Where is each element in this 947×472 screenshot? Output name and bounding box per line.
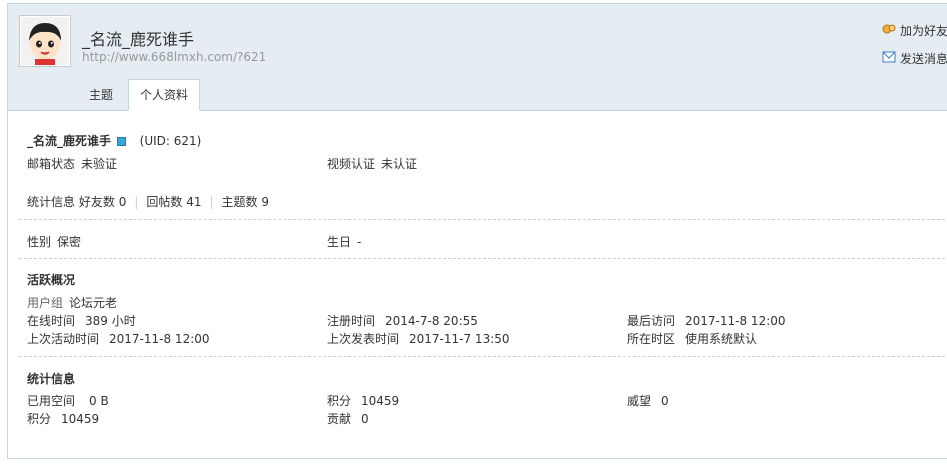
last-post-row: 上次发表时间 2017-11-7 13:50: [327, 330, 510, 347]
points-label: 积分: [327, 394, 352, 408]
profile-username: _名流_鹿死谁手: [82, 30, 195, 49]
last-visit-row: 最后访问 2017-11-8 12:00: [627, 312, 786, 329]
online-time-value: 389 小时: [85, 314, 136, 328]
divider: [19, 356, 945, 357]
used-space-row: 已用空间 0 B: [27, 392, 109, 409]
avatar-image: [21, 17, 69, 65]
email-status-label: 邮箱状态: [27, 157, 76, 171]
points2-label: 积分: [27, 412, 52, 426]
content-username: _名流_鹿死谁手: [27, 134, 112, 148]
used-space-value: 0 B: [89, 394, 109, 408]
profile-url[interactable]: http://www.668lmxh.com/?621: [82, 50, 266, 64]
profile-header: _名流_鹿死谁手 http://www.668lmxh.com/?621 加为好…: [8, 4, 947, 111]
email-status-value: 未验证: [81, 157, 118, 171]
contribution-label: 贡献: [327, 412, 352, 426]
birthday-label: 生日: [327, 235, 352, 249]
stats-heading: 统计信息: [27, 372, 76, 386]
prestige-row: 威望 0: [627, 392, 669, 409]
add-friend-button[interactable]: 加为好友: [882, 20, 947, 40]
usergroup-row: 用户组 论坛元老: [27, 294, 117, 311]
timezone-label: 所在时区: [627, 332, 676, 346]
last-active-row: 上次活动时间 2017-11-8 12:00: [27, 330, 210, 347]
prestige-label: 威望: [627, 394, 652, 408]
avatar[interactable]: [19, 15, 71, 67]
last-active-value: 2017-11-8 12:00: [109, 332, 210, 346]
friends-label: 好友数: [78, 195, 115, 209]
replies-link[interactable]: 回帖数 41: [146, 195, 201, 209]
friends-link[interactable]: 好友数 0: [79, 195, 126, 209]
tab-profile[interactable]: 个人资料: [128, 79, 201, 111]
tab-threads[interactable]: 主题: [78, 80, 124, 110]
gender-label: 性别: [27, 235, 52, 249]
video-auth-row: 视频认证 未认证: [327, 155, 417, 172]
online-status-icon: [116, 137, 126, 146]
points-value: 10459: [361, 394, 400, 408]
video-auth-label: 视频认证: [327, 157, 376, 171]
replies-value: 41: [186, 195, 202, 209]
threads-link[interactable]: 主题数 9: [222, 195, 269, 209]
send-message-label: 发送消息: [900, 51, 947, 66]
online-time-row: 在线时间 389 小时: [27, 312, 136, 329]
replies-label: 回帖数: [146, 195, 183, 209]
usergroup-label: 用户组: [27, 296, 64, 310]
profile-actions: 加为好友 发送消息: [882, 20, 947, 76]
threads-value: 9: [261, 195, 270, 209]
divider: [19, 258, 945, 259]
email-status-row: 邮箱状态 未验证: [27, 155, 117, 172]
last-post-value: 2017-11-7 13:50: [409, 332, 510, 346]
divider: [19, 219, 945, 220]
timezone-value: 使用系统默认: [685, 332, 758, 346]
register-time-value: 2014-7-8 20:55: [385, 314, 478, 328]
last-post-label: 上次发表时间: [327, 332, 400, 346]
usergroup-value[interactable]: 论坛元老: [69, 296, 117, 310]
points2-row: 积分 10459: [27, 410, 99, 427]
send-message-button[interactable]: 发送消息: [882, 48, 947, 68]
birthday-value: -: [357, 235, 362, 249]
points2-value: 10459: [61, 412, 100, 426]
envelope-icon: [882, 51, 900, 66]
points-row: 积分 10459: [327, 392, 399, 409]
stats-summary-label: 统计信息: [27, 195, 76, 209]
uid-text: (UID: 621): [139, 134, 202, 148]
last-active-label: 上次活动时间: [27, 332, 100, 346]
profile-tabs: 主题 个人资料: [78, 79, 204, 111]
register-time-label: 注册时间: [327, 314, 376, 328]
username-line: _名流_鹿死谁手 (UID: 621): [27, 132, 201, 149]
video-auth-value: 未认证: [381, 157, 418, 171]
activity-heading: 活跃概况: [27, 273, 76, 287]
add-friend-label: 加为好友: [900, 23, 947, 38]
threads-label: 主题数: [221, 195, 258, 209]
last-visit-value: 2017-11-8 12:00: [685, 314, 786, 328]
used-space-label: 已用空间: [27, 394, 76, 408]
online-time-label: 在线时间: [27, 314, 76, 328]
register-time-row: 注册时间 2014-7-8 20:55: [327, 312, 478, 329]
contribution-value: 0: [361, 412, 369, 426]
stats-summary-row: 统计信息 好友数 0 | 回帖数 41 | 主题数 9: [27, 195, 270, 209]
gender-row: 性别 保密: [27, 233, 81, 250]
friends-value: 0: [118, 195, 127, 209]
add-friend-icon: [882, 22, 900, 39]
profile-panel: _名流_鹿死谁手 http://www.668lmxh.com/?621 加为好…: [7, 3, 947, 459]
timezone-row: 所在时区 使用系统默认: [627, 330, 757, 347]
prestige-value: 0: [661, 394, 669, 408]
gender-value: 保密: [57, 235, 82, 249]
last-visit-label: 最后访问: [627, 314, 676, 328]
contribution-row: 贡献 0: [327, 410, 369, 427]
birthday-row: 生日 -: [327, 233, 361, 250]
